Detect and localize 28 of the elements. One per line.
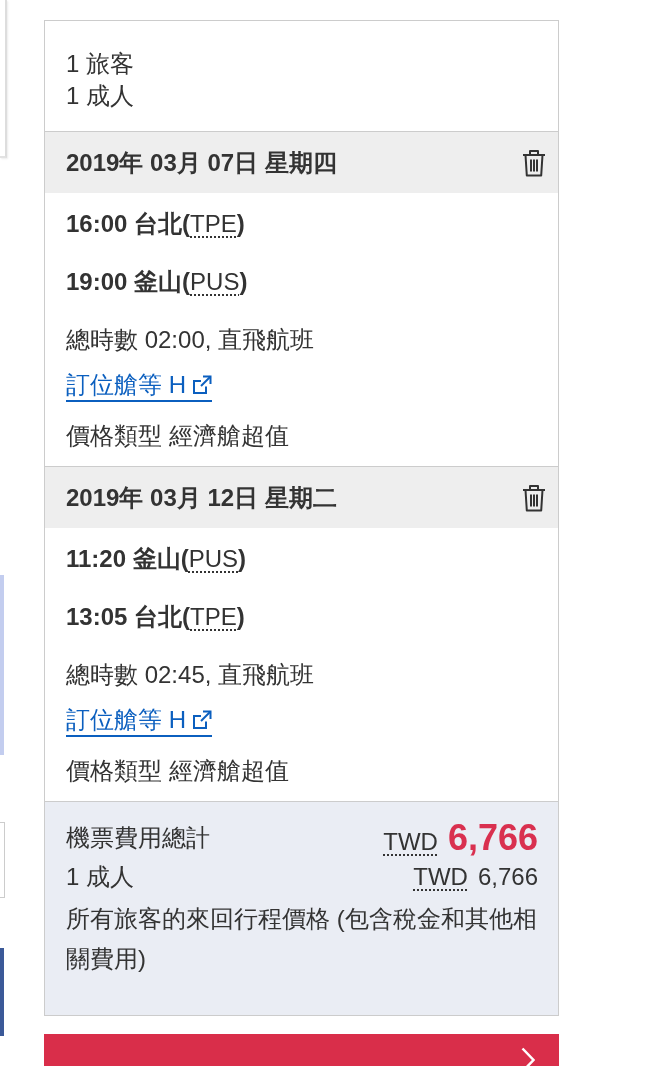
flight-duration: 總時數 02:45, 直飛航班 <box>66 660 316 690</box>
total-label: 機票費用總計 <box>66 823 210 853</box>
adult-count: 1 成人 <box>66 81 135 111</box>
fare-type: 價格類型 經濟艙超值 <box>66 421 290 451</box>
total-price: 6,766 <box>447 817 538 859</box>
flight-date: 2019年 03月 07日 星期四 <box>66 147 337 178</box>
external-link-icon <box>192 710 212 730</box>
booking-class-link[interactable]: 訂位艙等 H <box>66 705 212 737</box>
trash-icon <box>522 148 546 177</box>
adult-price: 6,766 <box>477 863 538 891</box>
adult-label: 1 成人 <box>66 862 134 892</box>
delete-button[interactable] <box>522 483 546 512</box>
price-note: 所有旅客的來回行程價格 (包含稅金和其他相關費用) <box>66 904 538 974</box>
flight-duration: 總時數 02:00, 直飛航班 <box>66 325 316 355</box>
departure-info: 16:00 台北(TPE) <box>66 209 246 239</box>
delete-button[interactable] <box>522 148 546 177</box>
currency-code: TWD <box>413 863 468 891</box>
booking-class-link[interactable]: 訂位艙等 H <box>66 370 212 402</box>
trash-icon <box>522 483 546 512</box>
chevron-right-icon <box>521 1047 535 1066</box>
traveller-count: 1 旅客 <box>66 49 135 79</box>
departure-info: 11:20 釜山(PUS) <box>66 544 248 574</box>
arrival-info: 19:00 釜山(PUS) <box>66 267 249 297</box>
currency-code: TWD <box>383 828 438 856</box>
arrival-info: 13:05 台北(TPE) <box>66 602 246 632</box>
fare-type: 價格類型 經濟艙超值 <box>66 756 290 786</box>
external-link-icon <box>192 375 212 395</box>
flight-date: 2019年 03月 12日 星期二 <box>66 482 337 513</box>
